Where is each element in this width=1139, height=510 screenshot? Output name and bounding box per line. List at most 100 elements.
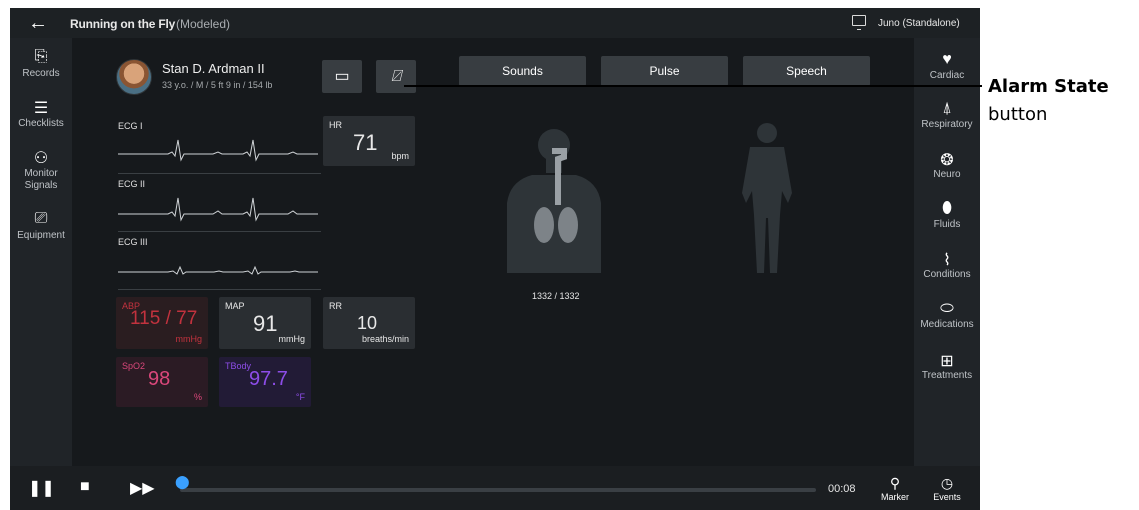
sidebar-item-checklists[interactable]: ☰ Checklists [10,98,72,129]
sidebar-item-records[interactable]: ⎘ Records [10,48,72,79]
sidebar-item-label: Fluids [933,219,961,230]
vital-hr: HR 71 bpm [323,116,415,166]
ecg-strip: ECG III [118,232,321,290]
arrow-left-icon[interactable]: ← [28,12,48,35]
events-label: Events [933,492,961,502]
sidebar-item-treatments[interactable]: ⊞ Treatments [914,351,980,381]
events-button[interactable]: ◷ Events [922,475,972,502]
ecg-label: ECG I [118,121,143,131]
tab-speech[interactable]: Speech [743,56,870,86]
sidebar-item-neuro[interactable]: ❂ Neuro [914,150,980,180]
fast-forward-icon[interactable]: ▶▶ [130,478,155,498]
vital-value: 10 [357,313,378,333]
sidebar-item-label: Records [22,68,60,79]
sidebar-item-monitor-signals[interactable]: ⚇ Monitor Signals [10,148,72,192]
drop-icon: ⬮ [941,200,953,217]
callout-title: Alarm State [988,76,1109,97]
elapsed-time: 00:08 [828,483,856,495]
vital-value: 97.7 [249,368,288,390]
top-bar: ← Running on the Fly (Modeled) Juno (Sta… [10,8,980,38]
stop-icon[interactable]: ■ [80,478,90,496]
sidebar-item-fluids[interactable]: ⬮ Fluids [914,200,980,230]
tab-pulse[interactable]: Pulse [601,56,728,86]
vital-value: 98 [148,368,171,390]
torso-figure[interactable] [507,129,601,273]
sidebar-item-medications[interactable]: ⬭ Medications [914,300,980,330]
vital-unit: mmHg [175,334,203,344]
vital-label: HR [329,120,342,130]
vital-label: MAP [225,301,245,311]
ecg-waveform [118,197,318,222]
vital-label: RR [329,301,342,311]
anatomy-time-caption: 1332 / 1332 [532,291,580,301]
playback-bar: ❚❚ ■ ▶▶ ⬤ 00:08 ⚲ Marker ◷ Events [10,466,980,510]
vital-unit: breaths/min [361,334,409,344]
map-pin-icon: ⚲ [889,475,901,491]
brain-icon: ❂ [940,152,954,169]
timeline-track[interactable] [180,488,816,492]
vital-value: 115 / 77 [130,308,198,329]
vital-value: 71 [353,130,378,155]
vital-map: MAP 91 mmHg [219,297,311,349]
sidebar-item-label: Checklists [18,118,64,129]
ecg-waveform [118,265,318,275]
ecg-label: ECG II [118,179,146,189]
vital-spo2: SpO2 98 % [116,357,208,407]
clock-icon: ◷ [940,475,954,491]
monitor-signals-icon: ⚇ [33,150,49,167]
avatar [116,59,152,95]
layout-icon: ▭ [334,68,350,85]
layout-button[interactable]: ▭ [322,60,362,93]
vital-tbody: TBody 97.7 °F [219,357,311,407]
monitor-icon[interactable] [852,15,866,30]
patient-name: Stan D. Ardman II [162,61,265,76]
ecg-waveform [118,139,318,162]
sidebar-item-label: Respiratory [921,119,973,130]
full-body-figure[interactable] [742,123,792,273]
equipment-monitor-icon: ⎚ [34,210,48,227]
sidebar-item-label: Neuro [933,169,961,180]
marker-label: Marker [880,492,909,502]
patient-info: 33 y.o. / M / 5 ft 9 in / 154 lb [162,80,273,90]
lungs-icon: ⍋ [942,100,952,117]
heart-icon: ♥ [942,51,952,68]
callout-subtitle: button [988,104,1048,125]
anatomy-view[interactable] [492,123,822,273]
sidebar-item-label: Conditions [923,269,971,280]
ecg-strip: ECG I [118,116,321,174]
pause-icon[interactable]: ❚❚ [28,478,55,498]
sidebar-item-conditions[interactable]: ⌇ Conditions [914,250,980,280]
sidebar-item-respiratory[interactable]: ⍋ Respiratory [914,100,980,130]
left-sidebar: ⎘ Records ☰ Checklists ⚇ Monitor Signals… [10,38,72,466]
clipboard-icon: ⎘ [34,48,48,65]
ecg-label: ECG III [118,237,148,247]
pill-icon: ⬭ [940,300,954,317]
vital-label: SpO2 [122,361,146,371]
vital-abp: ABP 115 / 77 mmHg [116,297,208,349]
ecg-strip: ECG II [118,174,321,232]
alarm-state-button[interactable]: ⍁ [376,60,416,93]
pulse-line-icon: ⌇ [943,252,951,269]
tab-sounds[interactable]: Sounds [459,56,586,86]
sidebar-item-label: Monitor Signals [24,168,58,191]
callout-line [404,85,982,87]
vital-unit: bpm [391,151,409,161]
vital-unit: °F [295,392,305,402]
vital-value: 91 [253,311,278,336]
timeline-thumb-icon[interactable]: ⬤ [175,474,190,490]
user-label: Juno (Standalone) [878,18,960,29]
checklist-icon: ☰ [33,100,49,117]
sidebar-item-label: Cardiac [929,70,965,81]
first-aid-icon: ⊞ [940,353,954,370]
alarm-state-icon: ⍁ [391,68,401,85]
sidebar-item-equipment[interactable]: ⎚ Equipment [10,210,72,241]
sidebar-item-label: Equipment [17,230,65,241]
main-panel: Stan D. Ardman II 33 y.o. / M / 5 ft 9 i… [72,38,914,466]
vital-unit: mmHg [278,334,306,344]
right-sidebar: ♥ Cardiac ⍋ Respiratory ❂ Neuro ⬮ Fluids… [914,38,980,466]
marker-button[interactable]: ⚲ Marker [870,475,920,502]
scenario-mode: (Modeled) [176,17,231,31]
sidebar-item-label: Medications [920,319,974,330]
sidebar-item-cardiac[interactable]: ♥ Cardiac [914,51,980,81]
vital-label: TBody [225,361,252,371]
